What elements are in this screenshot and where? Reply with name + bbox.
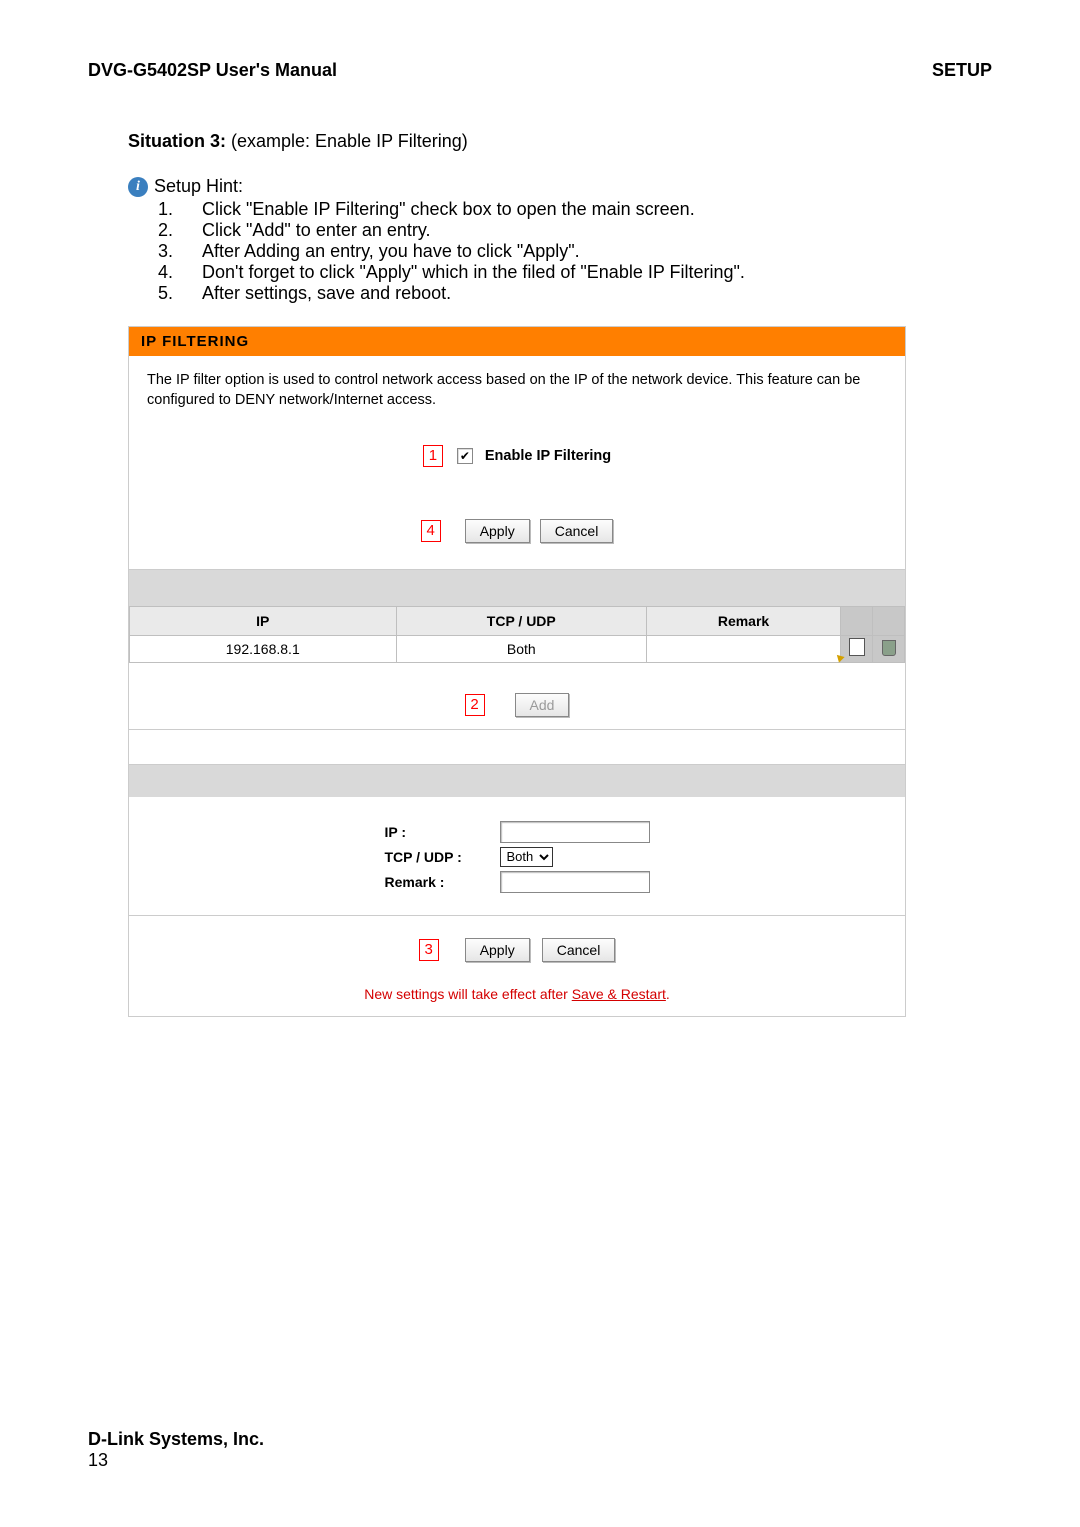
restart-notice: New settings will take effect after Save… [129, 980, 905, 1016]
callout-4: 4 [421, 520, 441, 542]
hint-num-5: 5. [158, 283, 202, 304]
ip-label: IP : [385, 824, 500, 840]
divider-gray-1 [129, 570, 905, 606]
panel-description: The IP filter option is used to control … [129, 356, 905, 421]
callout-1: 1 [423, 445, 443, 467]
hint-num-2: 2. [158, 220, 202, 241]
hint-title: Setup Hint: [154, 176, 243, 197]
remark-input[interactable] [500, 871, 650, 893]
divider-gray-2 [129, 765, 905, 797]
page-footer: D-Link Systems, Inc. 13 [88, 1429, 264, 1471]
th-edit [841, 606, 873, 635]
cell-remark [647, 635, 841, 662]
situation-text: (example: Enable IP Filtering) [226, 131, 468, 151]
hint-item-3: After Adding an entry, you have to click… [202, 241, 580, 262]
proto-select[interactable]: Both [500, 847, 553, 867]
add-button[interactable]: Add [515, 693, 570, 717]
cancel-button-top[interactable]: Cancel [540, 519, 614, 543]
hint-item-4: Don't forget to click "Apply" which in t… [202, 262, 745, 283]
th-delete [873, 606, 905, 635]
panel-title: IP FILTERING [129, 327, 905, 356]
ip-filter-table: IP TCP / UDP Remark 192.168.8.1 Both [129, 606, 905, 663]
th-remark: Remark [647, 606, 841, 635]
footer-company: D-Link Systems, Inc. [88, 1429, 264, 1450]
hint-item-2: Click "Add" to enter an entry. [202, 220, 431, 241]
hint-block: i Setup Hint: 1.Click "Enable IP Filteri… [128, 176, 992, 304]
notice-prefix: New settings will take effect after [364, 986, 572, 1002]
page-header: DVG-G5402SP User's Manual SETUP [88, 60, 992, 81]
situation-line: Situation 3: (example: Enable IP Filteri… [128, 131, 992, 152]
hint-num-4: 4. [158, 262, 202, 283]
info-icon: i [128, 177, 148, 197]
apply-button-bottom[interactable]: Apply [465, 938, 530, 962]
cell-ip: 192.168.8.1 [130, 635, 397, 662]
apply-button-top[interactable]: Apply [465, 519, 530, 543]
ip-input[interactable] [500, 821, 650, 843]
enable-ip-filtering-label: Enable IP Filtering [485, 448, 611, 464]
remark-label: Remark : [385, 874, 500, 890]
table-header-row: IP TCP / UDP Remark [130, 606, 905, 635]
cell-proto: Both [396, 635, 647, 662]
hint-num-1: 1. [158, 199, 202, 220]
callout-2: 2 [465, 694, 485, 716]
hint-num-3: 3. [158, 241, 202, 262]
situation-prefix: Situation 3: [128, 131, 226, 151]
cancel-button-bottom[interactable]: Cancel [542, 938, 616, 962]
proto-label: TCP / UDP : [385, 849, 500, 865]
ip-filtering-panel: IP FILTERING The IP filter option is use… [128, 326, 906, 1017]
hint-item-1: Click "Enable IP Filtering" check box to… [202, 199, 695, 220]
th-ip: IP [130, 606, 397, 635]
enable-ip-filtering-checkbox[interactable]: ✔ [457, 448, 473, 464]
header-right: SETUP [932, 60, 992, 81]
th-proto: TCP / UDP [396, 606, 647, 635]
notice-suffix: . [666, 986, 670, 1002]
hint-item-5: After settings, save and reboot. [202, 283, 451, 304]
save-restart-link[interactable]: Save & Restart [572, 986, 666, 1002]
callout-3: 3 [419, 939, 439, 961]
edit-icon[interactable] [847, 638, 867, 656]
page-number: 13 [88, 1450, 264, 1471]
delete-icon[interactable] [879, 638, 899, 656]
table-row: 192.168.8.1 Both [130, 635, 905, 662]
header-left: DVG-G5402SP User's Manual [88, 60, 337, 81]
